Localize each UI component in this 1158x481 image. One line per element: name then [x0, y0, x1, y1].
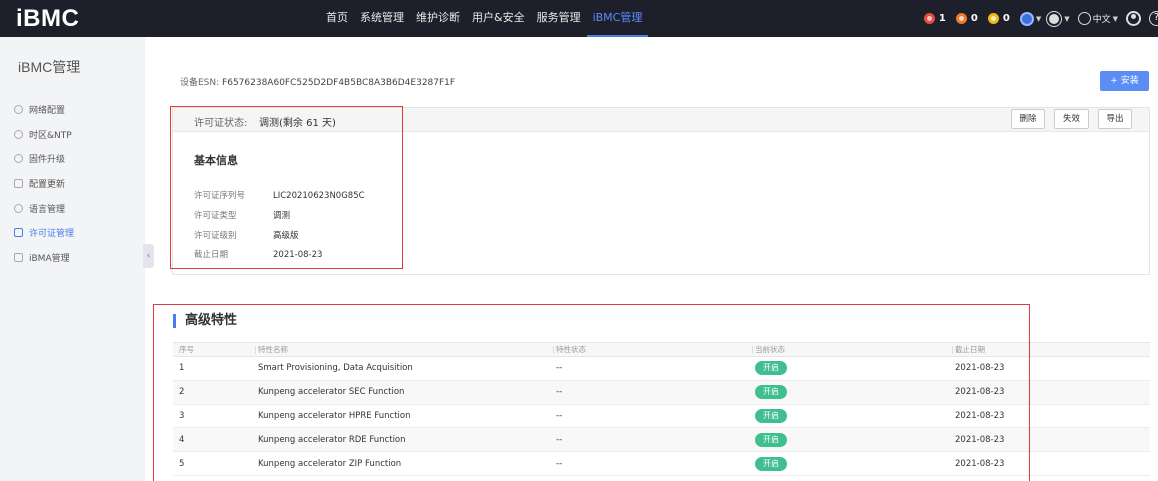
license-card: 许可证状态: 调测(剩余 61 天) 删除 失效 导出 基本信息 许可证序列号 L… — [172, 107, 1150, 275]
table-row: 4 Kunpeng accelerator RDE Function -- 开启… — [173, 428, 1150, 453]
network-icon — [14, 104, 23, 114]
esn-label: 设备ESN: — [180, 78, 220, 88]
ibmc-logo[interactable]: iBMC — [16, 5, 79, 33]
chevron-down-icon: ▼ — [1035, 14, 1042, 23]
license-state-label: 许可证状态: — [194, 118, 248, 129]
info-row-type: 许可证类型 调测 — [194, 211, 291, 221]
nav-item-system[interactable]: 系统管理 — [354, 0, 410, 37]
critical-alarm-icon — [923, 13, 935, 24]
sidebar-title: iBMC管理 — [18, 59, 81, 75]
top-bar: iBMC 首页 系统管理 维护诊断 用户&安全 服务管理 iBMC管理 1 0 … — [0, 0, 1158, 37]
minor-alarm[interactable]: 0 — [987, 13, 1010, 24]
config-icon — [14, 178, 23, 188]
sidebar-item-firmware-upgrade[interactable]: 固件升级 — [14, 146, 74, 171]
table-row: 3 Kunpeng accelerator HPRE Function -- 开… — [173, 405, 1150, 429]
status-badge: 开启 — [755, 361, 787, 376]
sidebar-item-ibma[interactable]: iBMA管理 — [14, 245, 74, 270]
user-icon[interactable] — [1126, 11, 1141, 26]
ibma-icon — [14, 252, 23, 262]
table-row: 1 Smart Provisioning, Data Acquisition -… — [173, 357, 1150, 381]
advanced-features-title: 高级特性 — [173, 314, 237, 328]
sidebar-item-config-update[interactable]: 配置更新 — [14, 171, 74, 196]
export-button[interactable]: 导出 — [1098, 109, 1132, 129]
critical-alarm[interactable]: 1 — [923, 13, 946, 24]
major-alarm[interactable]: 0 — [955, 13, 978, 24]
sidebar: iBMC管理 网络配置 时区&NTP 固件升级 配置更新 语言管理 许可证管理 … — [0, 37, 145, 481]
table-row: 2 Kunpeng accelerator SEC Function -- 开启… — [173, 380, 1150, 405]
license-icon — [14, 228, 23, 238]
power-menu[interactable]: ▼ — [1019, 11, 1042, 26]
table-row: 5 Kunpeng accelerator ZIP Function -- 开启… — [173, 452, 1150, 476]
invalidate-button[interactable]: 失效 — [1054, 109, 1089, 129]
esn-value: F6576238A60FC525D2DF4B5BC8A3B6D4E3287F1F — [222, 78, 456, 88]
status-badge: 开启 — [755, 432, 787, 447]
sidebar-item-license[interactable]: 许可证管理 — [14, 220, 74, 245]
clock-icon — [14, 129, 23, 139]
nav-item-home[interactable]: 首页 — [320, 0, 354, 37]
main-nav: 首页 系统管理 维护诊断 用户&安全 服务管理 iBMC管理 — [320, 0, 649, 37]
status-area: 1 0 0 ▼ ▼ 中文 ▼ ? — [923, 0, 1158, 37]
sun-icon — [1049, 13, 1060, 24]
sidebar-menu: 网络配置 时区&NTP 固件升级 配置更新 语言管理 许可证管理 iBMA管理 — [14, 97, 74, 270]
nav-item-services[interactable]: 服务管理 — [531, 0, 587, 37]
delete-button[interactable]: 删除 — [1011, 109, 1045, 129]
column-header-name[interactable]: 特性名称 — [255, 343, 288, 356]
status-badge: 开启 — [755, 456, 787, 471]
chevron-down-icon: ▼ — [1064, 14, 1070, 23]
sidebar-item-language[interactable]: 语言管理 — [14, 196, 74, 221]
basic-info-title: 基本信息 — [194, 154, 238, 167]
help-icon[interactable]: ? — [1149, 11, 1158, 26]
sidebar-collapse-button[interactable]: ‹ — [143, 244, 154, 268]
install-button[interactable]: + 安装 — [1100, 71, 1149, 91]
column-header-current-state[interactable]: 当前状态 — [752, 343, 785, 356]
info-row-level: 许可证级别 高级版 — [194, 231, 299, 241]
sidebar-item-timezone-ntp[interactable]: 时区&NTP — [14, 122, 74, 147]
globe-icon — [1077, 12, 1091, 25]
chevron-down-icon: ▼ — [1112, 14, 1118, 23]
status-badge: 开启 — [755, 385, 787, 400]
column-header-index[interactable]: 序号 — [179, 343, 194, 356]
nav-item-maintenance[interactable]: 维护诊断 — [410, 0, 466, 37]
table-header: 序号 特性名称 特性状态 当前状态 截止日期 — [173, 342, 1150, 357]
sidebar-item-network[interactable]: 网络配置 — [14, 97, 74, 122]
language-icon — [14, 203, 23, 213]
device-esn: 设备ESN: F6576238A60FC525D2DF4B5BC8A3B6D4E… — [180, 75, 455, 88]
major-alarm-icon — [955, 13, 967, 24]
chevron-left-icon: ‹ — [146, 251, 151, 261]
minor-alarm-icon — [987, 13, 999, 24]
info-row-serial: 许可证序列号 LIC20210623N0G85C — [194, 191, 365, 201]
license-state-value: 调测(剩余 61 天) — [259, 118, 336, 129]
nav-item-user-security[interactable]: 用户&安全 — [466, 0, 531, 37]
info-row-expiry: 截止日期 2021-08-23 — [194, 250, 323, 260]
theme-menu[interactable]: ▼ — [1049, 13, 1070, 24]
power-icon — [1019, 11, 1034, 26]
status-badge: 开启 — [755, 408, 787, 423]
language-menu[interactable]: 中文 ▼ — [1077, 12, 1118, 25]
upgrade-icon — [14, 154, 23, 164]
nav-item-ibmc[interactable]: iBMC管理 — [586, 0, 649, 37]
advanced-features-table: 序号 特性名称 特性状态 当前状态 截止日期 1 Smart Provision… — [173, 342, 1150, 476]
column-header-feature-state[interactable]: 特性状态 — [553, 343, 586, 356]
column-header-expiry[interactable]: 截止日期 — [952, 343, 985, 356]
license-header: 许可证状态: 调测(剩余 61 天) 删除 失效 导出 — [173, 108, 1149, 132]
